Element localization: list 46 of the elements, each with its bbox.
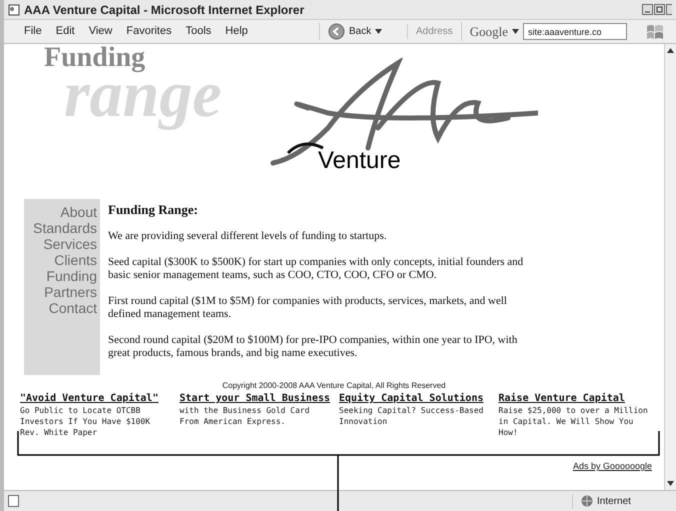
ad-title-link[interactable]: "Avoid Venture Capital" — [20, 393, 170, 405]
menu-item[interactable]: Favorites — [126, 23, 172, 40]
menu-item[interactable]: File — [24, 23, 42, 40]
signature-logo-icon — [268, 58, 538, 168]
minimize-icon[interactable] — [642, 4, 653, 15]
scroll-up-icon[interactable] — [667, 48, 674, 53]
address-label: Address — [407, 24, 461, 39]
ads-link[interactable]: Ads by Goooooogle — [572, 460, 652, 474]
scrollbar[interactable] — [664, 44, 676, 490]
dropdown-icon[interactable] — [375, 29, 382, 34]
window-title: AAA Venture Capital - Microsoft Internet Explorer — [24, 2, 304, 18]
content-heading: Funding Range: — [108, 203, 199, 216]
ad-text: Raise $25,000 to over a Million in Capital. We Will Show You How! — [498, 405, 648, 438]
page-icon — [8, 4, 20, 16]
ad-text: Go Public to Locate OTCBB Investors If You Have $100K Rev. White Paper — [20, 405, 152, 438]
ad-title-link[interactable]: Start your Small Business — [180, 393, 329, 405]
zone-label: Internet — [597, 494, 631, 508]
sidebar-link[interactable]: Funding — [46, 268, 97, 284]
search-field[interactable]: site:aaaventure.co — [522, 23, 627, 40]
sidebar-link[interactable]: Contact — [48, 300, 97, 316]
sidebar-link[interactable]: Partners — [44, 284, 97, 300]
ad-title-link[interactable]: Raise Venture Capital — [498, 393, 648, 405]
copyright-text: Copyright 2000-2008 AAA Venture Capital, All Rights Reserved — [222, 380, 446, 392]
scroll-down-icon[interactable] — [667, 481, 674, 486]
logo-text: Venture — [318, 149, 401, 173]
globe-icon — [581, 495, 593, 507]
sidebar-link[interactable]: Clients — [54, 252, 97, 268]
menu-item[interactable]: Edit — [56, 23, 75, 40]
menu-item[interactable]: View — [88, 23, 112, 40]
sidebar-link[interactable]: Services — [43, 236, 97, 252]
dropdown-icon[interactable] — [512, 29, 519, 34]
sidebar-link[interactable]: Standards — [33, 220, 97, 236]
paragraph: We are providing several different levels of funding to startups. — [108, 230, 388, 243]
sidebar-link[interactable]: About — [60, 204, 97, 220]
back-button[interactable]: Back — [349, 24, 372, 39]
paragraph: Second round capital ($20M to $100M) for pre-IPO companies, within one year to IPO, with great products, famous brands, and big name executives. — [108, 334, 518, 360]
ad-text: with the Business Gold Card From American Express. — [180, 405, 311, 427]
menu-item[interactable]: Help — [225, 23, 248, 40]
ad-title-link[interactable]: Equity Capital Solutions — [339, 393, 488, 405]
maximize-icon[interactable] — [654, 4, 665, 15]
search-brand[interactable]: Google — [460, 22, 508, 42]
ad-text: Seeking Capital? Success-Based Innovation — [339, 405, 484, 427]
paragraph: First round capital ($1M to $5M) for companies with products, services, markets, and well defined management teams. — [108, 295, 508, 321]
paragraph: Seed capital ($300K to $500K) for start up companies with only concepts, initial founders and basic senior management teams, such as COO, CTO, COO, CFO or CMO. — [108, 256, 524, 282]
menu-item[interactable]: Tools — [186, 23, 212, 40]
page-icon — [8, 495, 19, 507]
